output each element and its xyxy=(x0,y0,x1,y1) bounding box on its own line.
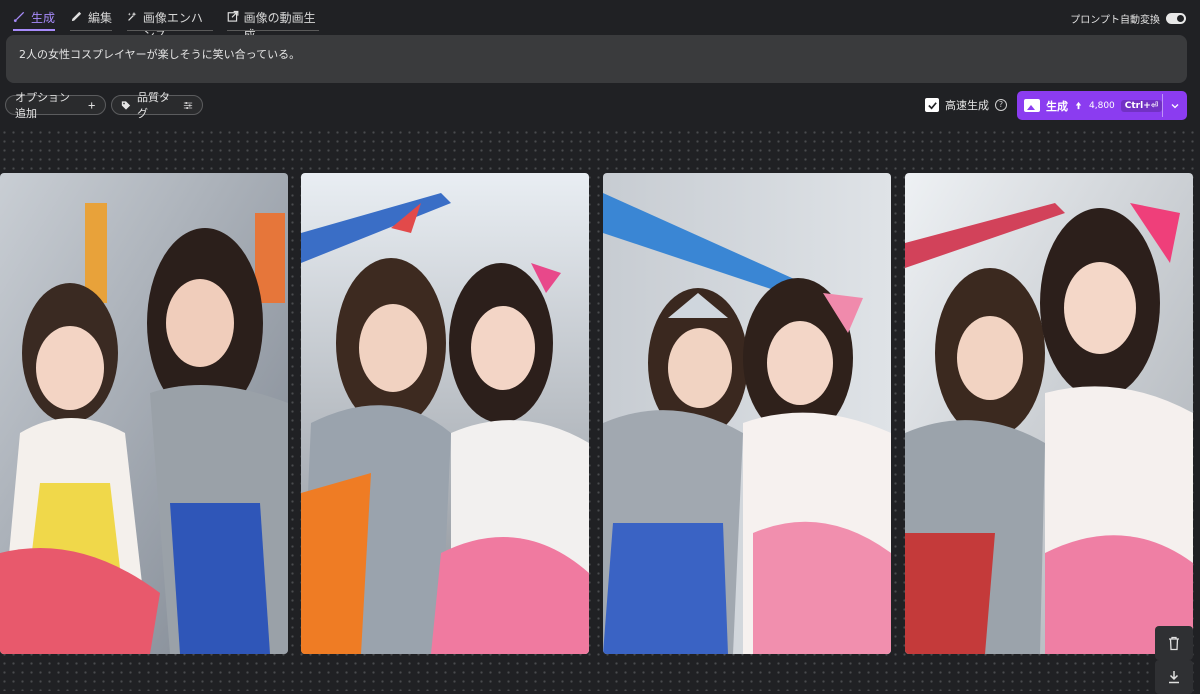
prompt-auto-convert-toggle[interactable] xyxy=(1166,13,1186,24)
add-option-button[interactable]: オプション追加 xyxy=(5,91,106,120)
generate-dropdown-button[interactable] xyxy=(1163,91,1187,120)
image-icon xyxy=(1024,99,1040,112)
fast-generation: 高速生成 ? xyxy=(925,97,1007,113)
generate-credits: 4,800 xyxy=(1089,100,1115,111)
tab-enhance[interactable]: 画像エンハンス xyxy=(127,9,213,42)
generate-button[interactable]: 生成 4,800 Ctrl+⏎ xyxy=(1017,91,1187,120)
tab-edit[interactable]: 編集 xyxy=(70,9,112,31)
generated-image-4[interactable] xyxy=(905,173,1193,654)
sliders-icon xyxy=(183,101,193,109)
cosplayer-photo-4 xyxy=(905,173,1193,654)
prompt-auto-convert-label: プロンプト自動変換 xyxy=(1070,15,1160,26)
cosplayer-photo-1 xyxy=(0,173,288,654)
help-icon[interactable]: ? xyxy=(995,99,1007,111)
chevron-down-icon xyxy=(1171,103,1179,108)
generate-label: 生成 xyxy=(1046,99,1068,113)
top-tab-bar: 生成 編集 画像エンハンス 画像の動画生成 プロンプト自動変換 xyxy=(0,0,1200,42)
prompt-text: 2人の女性コスプレイヤーが楽しそうに笑い合っている。 xyxy=(19,48,301,61)
brush-icon xyxy=(13,11,25,23)
generated-image-3[interactable] xyxy=(603,173,891,654)
quality-tag-label: 品質タグ xyxy=(137,91,170,120)
add-option-label: オプション追加 xyxy=(15,91,70,120)
tab-label: 生成 xyxy=(31,11,56,25)
fast-generation-checkbox[interactable] xyxy=(925,98,939,112)
video-export-icon xyxy=(227,10,239,22)
prompt-auto-convert: プロンプト自動変換 xyxy=(1070,11,1186,26)
generated-image-1[interactable] xyxy=(0,173,288,654)
trash-icon xyxy=(1169,636,1179,650)
check-icon xyxy=(927,101,937,109)
generated-image-2[interactable] xyxy=(301,173,589,654)
download-icon xyxy=(1169,670,1179,683)
tag-icon xyxy=(121,100,131,110)
enhance-icon xyxy=(127,11,137,21)
download-button[interactable] xyxy=(1155,660,1193,694)
prompt-input[interactable]: 2人の女性コスプレイヤーが楽しそうに笑い合っている。 xyxy=(6,35,1187,83)
tab-label: 編集 xyxy=(88,11,113,25)
delete-button[interactable] xyxy=(1155,626,1193,660)
tab-generate[interactable]: 生成 xyxy=(13,9,55,31)
cosplayer-photo-3 xyxy=(603,173,891,654)
pencil-icon xyxy=(71,11,82,22)
generate-shortcut: Ctrl+⏎ xyxy=(1120,99,1163,112)
tab-image-to-video[interactable]: 画像の動画生成 xyxy=(227,9,319,42)
quality-tag-button[interactable]: 品質タグ xyxy=(111,91,203,120)
cosplayer-photo-2 xyxy=(301,173,589,654)
fast-generation-label: 高速生成 xyxy=(945,99,989,112)
credits-icon xyxy=(1075,101,1082,110)
plus-icon xyxy=(88,101,95,109)
